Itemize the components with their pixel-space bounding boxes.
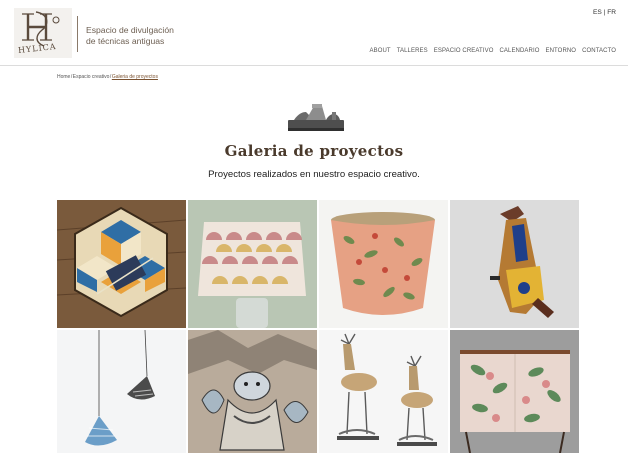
wooden-deer-image [319,330,448,453]
nav-about[interactable]: ABOUT [370,48,391,54]
tagline-line-1: Espacio de divulgación [86,25,174,35]
gallery-item-floral-cabinet[interactable] [450,330,579,453]
floral-cabinet-image [450,330,579,453]
nav-contacto[interactable]: CONTACTO [582,48,616,54]
lang-fr-link[interactable]: FR [607,9,616,16]
figure-panel-image [188,330,317,453]
gallery-item-figure-panel[interactable] [188,330,317,453]
nav-entorno[interactable]: ENTORNO [545,48,576,54]
page-subtitle: Proyectos realizados en nuestro espacio … [208,169,420,180]
page-title: Galeria de proyectos [224,142,404,160]
breadcrumb: Home/Espacio creativo/Galeria de proyect… [57,74,158,80]
language-switcher: ES | FR [593,9,616,16]
nav-talleres[interactable]: TALLERES [397,48,428,54]
lang-es-link[interactable]: ES [593,9,602,16]
hurdy-gurdy-image [450,200,579,328]
logo-divider [77,16,78,52]
nav-espacio-creativo[interactable]: ESPACIO CREATIVO [434,48,494,54]
hand-plane-icon [284,100,348,136]
site-header: HYLICA Espacio de divulgación de técnica… [0,0,628,66]
gallery-item-hexagon-tray[interactable] [57,200,186,328]
site-tagline: Espacio de divulgación de técnicas antig… [86,25,174,46]
main-nav: ABOUT TALLERES ESPACIO CREATIVO CALENDAR… [370,48,616,54]
nav-calendario[interactable]: CALENDARIO [499,48,539,54]
pendant-lamps-image [57,330,186,453]
hexagon-tray-image [57,200,186,328]
gallery-item-lampshade[interactable] [188,200,317,328]
lang-separator: | [603,9,606,16]
painted-bowl-image [319,200,448,328]
project-gallery [57,200,579,453]
breadcrumb-section[interactable]: Espacio creativo [73,74,110,80]
gallery-item-wooden-deer[interactable] [319,330,448,453]
site-logo[interactable]: HYLICA [14,8,72,58]
breadcrumb-current[interactable]: Galeria de proyectos [112,74,158,80]
breadcrumb-home[interactable]: Home [57,74,70,80]
tagline-line-2: de técnicas antiguas [86,35,165,46]
gallery-item-painted-bowl[interactable] [319,200,448,328]
lampshade-image [188,200,317,328]
gallery-item-pendant-lamps[interactable] [57,330,186,453]
gallery-item-hurdy-gurdy[interactable] [450,200,579,328]
